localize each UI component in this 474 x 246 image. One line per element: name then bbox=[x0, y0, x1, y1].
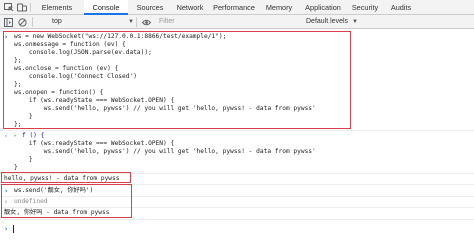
code-line: ws.send('hello, pywss') // you will get … bbox=[14, 148, 316, 155]
clear-console-icon[interactable] bbox=[18, 18, 27, 27]
tab-network[interactable]: Network bbox=[170, 0, 210, 15]
tab-application[interactable]: Application bbox=[299, 0, 347, 15]
console-toolbar: top ▼ Filter Default levels ▼ bbox=[0, 15, 474, 29]
filter-input[interactable]: Filter bbox=[159, 17, 299, 27]
tab-security[interactable]: Security bbox=[345, 0, 385, 15]
context-selector[interactable]: top bbox=[52, 17, 136, 27]
highlight-box-send bbox=[1, 184, 132, 218]
tab-separator bbox=[30, 3, 31, 12]
tab-memory[interactable]: Memory bbox=[259, 0, 299, 15]
code-line: } bbox=[14, 156, 33, 163]
log-levels-dropdown[interactable]: Default levels bbox=[306, 17, 370, 27]
device-toolbar-icon[interactable] bbox=[17, 3, 27, 12]
highlight-box-input bbox=[3, 31, 351, 129]
row-separator bbox=[0, 219, 474, 220]
tab-console[interactable]: Console bbox=[84, 0, 128, 15]
toolbar-separator bbox=[136, 17, 137, 27]
highlight-box-log bbox=[1, 172, 131, 183]
code-line: } bbox=[14, 164, 18, 171]
devtools-tab-bar: Elements Console Sources Network Perform… bbox=[0, 0, 474, 15]
tab-audits[interactable]: Audits bbox=[383, 0, 419, 15]
console-output: › ws = new WebSocket("ws://127.0.0.1:886… bbox=[0, 30, 474, 246]
toolbar-separator bbox=[32, 17, 33, 27]
chevron-down-icon: ▼ bbox=[128, 19, 134, 25]
row-separator bbox=[0, 130, 474, 131]
console-input[interactable] bbox=[13, 225, 14, 233]
expand-triangle-icon[interactable]: ▸ bbox=[14, 132, 17, 140]
eye-icon[interactable] bbox=[142, 18, 151, 27]
tab-elements[interactable]: Elements bbox=[33, 0, 81, 15]
console-sidebar-icon[interactable] bbox=[4, 18, 13, 27]
tab-sources[interactable]: Sources bbox=[131, 0, 169, 15]
result-arrow-icon: ‹ bbox=[4, 132, 9, 140]
tab-performance[interactable]: Performance bbox=[209, 0, 259, 15]
inspect-element-icon[interactable] bbox=[4, 3, 14, 12]
code-line: if (ws.readyState === WebSocket.OPEN) { bbox=[14, 140, 175, 147]
result-head[interactable]: f () { bbox=[22, 132, 44, 140]
chevron-down-icon: ▼ bbox=[352, 19, 358, 25]
prompt-icon: › bbox=[4, 225, 9, 233]
